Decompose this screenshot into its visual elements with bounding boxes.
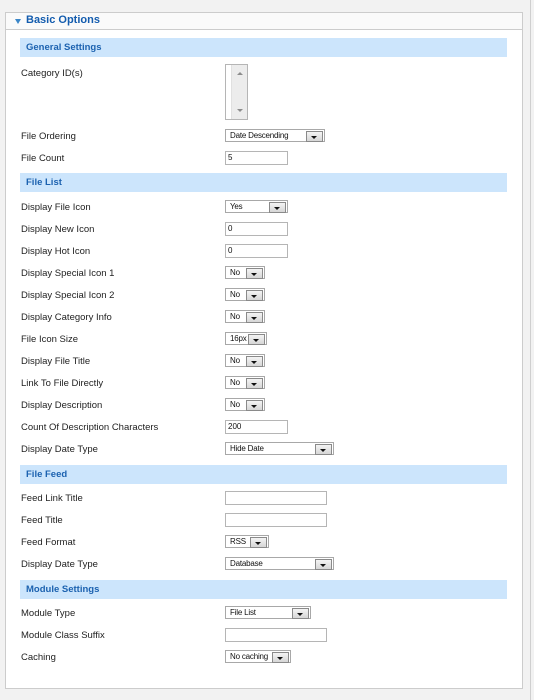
display-category-info-label: Display Category Info [21,312,112,323]
feed-format-select[interactable]: RSS [225,535,269,548]
select-value: No [230,268,240,277]
chevron-down-icon[interactable] [246,312,263,323]
display-description-label: Display Description [21,400,103,411]
feed-link-title-input[interactable] [225,491,327,505]
feed-display-date-type-select[interactable]: Database [225,557,334,570]
select-value: No [230,356,240,365]
select-value: No [230,400,240,409]
select-value: Hide Date [230,444,264,453]
basic-options-panel: Basic Options General Settings Category … [5,12,523,689]
display-description-select[interactable]: No [225,398,265,411]
chevron-down-icon[interactable] [269,202,286,213]
display-file-icon-select[interactable]: Yes [225,200,288,213]
file-icon-size-label: File Icon Size [21,334,79,345]
display-hot-icon-input[interactable]: 0 [225,244,288,258]
chevron-down-icon[interactable] [306,131,323,142]
link-to-file-directly-label: Link To File Directly [21,378,104,389]
section-header-general-settings: General Settings [20,38,507,57]
section-header-module-settings: Module Settings [20,580,507,599]
display-file-icon-label: Display File Icon [21,202,91,213]
count-description-characters-input[interactable]: 200 [225,420,288,434]
chevron-down-icon[interactable] [246,268,263,279]
file-ordering-select[interactable]: Date Descending [225,129,325,142]
chevron-down-icon[interactable] [292,608,309,619]
section-title: File List [26,177,62,188]
section-header-file-list: File List [20,173,507,192]
module-class-suffix-label: Module Class Suffix [21,630,105,641]
chevron-down-icon[interactable] [246,378,263,389]
chevron-down-icon[interactable] [315,559,332,570]
section-title: General Settings [26,42,102,53]
caching-label: Caching [21,652,56,663]
display-file-title-label: Display File Title [21,356,91,367]
display-special-icon-1-select[interactable]: No [225,266,265,279]
scroll-down-arrow-icon[interactable] [237,109,243,112]
file-ordering-label: File Ordering [21,131,76,142]
display-hot-icon-label: Display Hot Icon [21,246,91,257]
link-to-file-directly-select[interactable]: No [225,376,265,389]
section-title: Module Settings [26,584,100,595]
display-file-title-select[interactable]: No [225,354,265,367]
select-value: Database [230,559,263,568]
listbox-scrollbar[interactable] [231,65,247,119]
feed-link-title-label: Feed Link Title [21,493,83,504]
category-ids-label: Category ID(s) [21,68,83,79]
caching-select[interactable]: No caching [225,650,291,663]
select-value: Date Descending [230,131,289,140]
file-icon-size-select[interactable]: 16px [225,332,267,345]
chevron-down-icon[interactable] [248,334,265,345]
select-value: No [230,290,240,299]
file-count-label: File Count [21,153,65,164]
chevron-down-icon[interactable] [246,290,263,301]
triangle-down-icon[interactable] [15,19,21,24]
module-class-suffix-input[interactable] [225,628,327,642]
module-type-label: Module Type [21,608,76,619]
select-value: 16px [230,334,247,343]
display-special-icon-2-label: Display Special Icon 2 [21,290,115,301]
category-ids-listbox[interactable] [225,64,248,120]
chevron-down-icon[interactable] [315,444,332,455]
chevron-down-icon[interactable] [250,537,267,548]
select-value: No [230,312,240,321]
chevron-down-icon[interactable] [246,356,263,367]
display-new-icon-label: Display New Icon [21,224,95,235]
feed-display-date-type-label: Display Date Type [21,559,98,570]
display-date-type-label: Display Date Type [21,444,98,455]
file-count-input[interactable]: 5 [225,151,288,165]
section-title: File Feed [26,469,68,480]
display-special-icon-2-select[interactable]: No [225,288,265,301]
feed-title-label: Feed Title [21,515,63,526]
select-value: File List [230,608,256,617]
panel-header[interactable]: Basic Options [6,13,522,30]
display-date-type-select[interactable]: Hide Date [225,442,334,455]
select-value: RSS [230,537,246,546]
feed-format-label: Feed Format [21,537,76,548]
window-edge [530,0,531,700]
display-category-info-select[interactable]: No [225,310,265,323]
panel-title: Basic Options [26,14,100,26]
count-description-characters-label: Count Of Description Characters [21,422,159,433]
select-value: No [230,378,240,387]
select-value: Yes [230,202,243,211]
scroll-up-arrow-icon[interactable] [237,72,243,75]
select-value: No caching [230,652,269,661]
chevron-down-icon[interactable] [272,652,289,663]
feed-title-input[interactable] [225,513,327,527]
display-special-icon-1-label: Display Special Icon 1 [21,268,115,279]
chevron-down-icon[interactable] [246,400,263,411]
section-header-file-feed: File Feed [20,465,507,484]
module-type-select[interactable]: File List [225,606,311,619]
display-new-icon-input[interactable]: 0 [225,222,288,236]
